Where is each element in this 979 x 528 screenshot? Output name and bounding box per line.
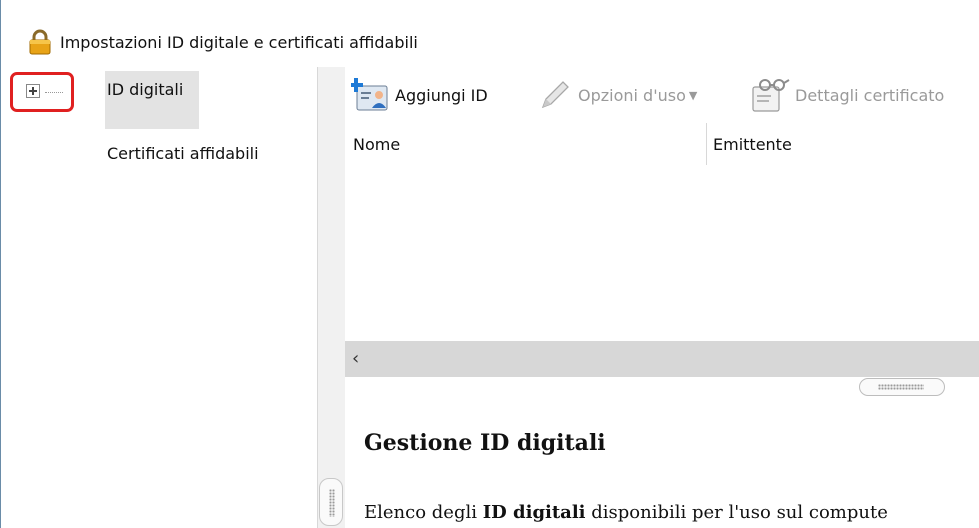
certificate-details-button[interactable]: Dettagli certificato [751, 75, 944, 115]
digital-id-list[interactable] [345, 169, 979, 341]
tree-item-certificati-affidabili[interactable]: Certificati affidabili [107, 144, 259, 163]
scroll-left-arrow-icon[interactable]: ‹ [352, 348, 359, 369]
title-bar: Impostazioni ID digitale e certificati a… [2, 0, 979, 67]
list-header: Nome Emittente [345, 123, 979, 170]
column-divider[interactable] [706, 123, 707, 165]
highlight-annotation [10, 72, 74, 112]
certificate-details-label: Dettagli certificato [795, 85, 945, 105]
splitter-grip-handle[interactable] [319, 478, 343, 526]
vertical-splitter[interactable] [317, 67, 345, 528]
chevron-down-icon: ▼ [688, 88, 698, 102]
navigation-tree [2, 67, 317, 528]
help-description: Elenco degli ID digitali disponibili per… [364, 502, 888, 523]
horizontal-scrollbar[interactable] [345, 341, 979, 377]
add-id-icon [351, 78, 388, 111]
tree-item-id-digitali[interactable]: ID digitali [107, 80, 183, 99]
help-title: Gestione ID digitali [364, 430, 606, 456]
help-bold-term: ID digitali [482, 502, 586, 523]
usage-options-label: Opzioni d'uso [578, 85, 686, 105]
lock-icon [29, 29, 51, 55]
add-id-label: Aggiungi ID [395, 85, 488, 105]
window-title: Impostazioni ID digitale e certificati a… [60, 33, 418, 52]
usage-options-button[interactable]: Opzioni d'uso ▼ [538, 75, 697, 115]
add-id-button[interactable]: Aggiungi ID [351, 75, 488, 115]
pencil-icon [541, 81, 569, 109]
certificate-details-icon [752, 79, 790, 112]
column-header-emittente[interactable]: Emittente [713, 135, 792, 154]
settings-window: Impostazioni ID digitale e certificati a… [0, 0, 979, 528]
horizontal-splitter-grip[interactable] [859, 378, 945, 396]
toolbar: Aggiungi ID Opzioni d'uso ▼ Dettagli cer… [345, 67, 979, 123]
column-header-nome[interactable]: Nome [353, 135, 400, 154]
